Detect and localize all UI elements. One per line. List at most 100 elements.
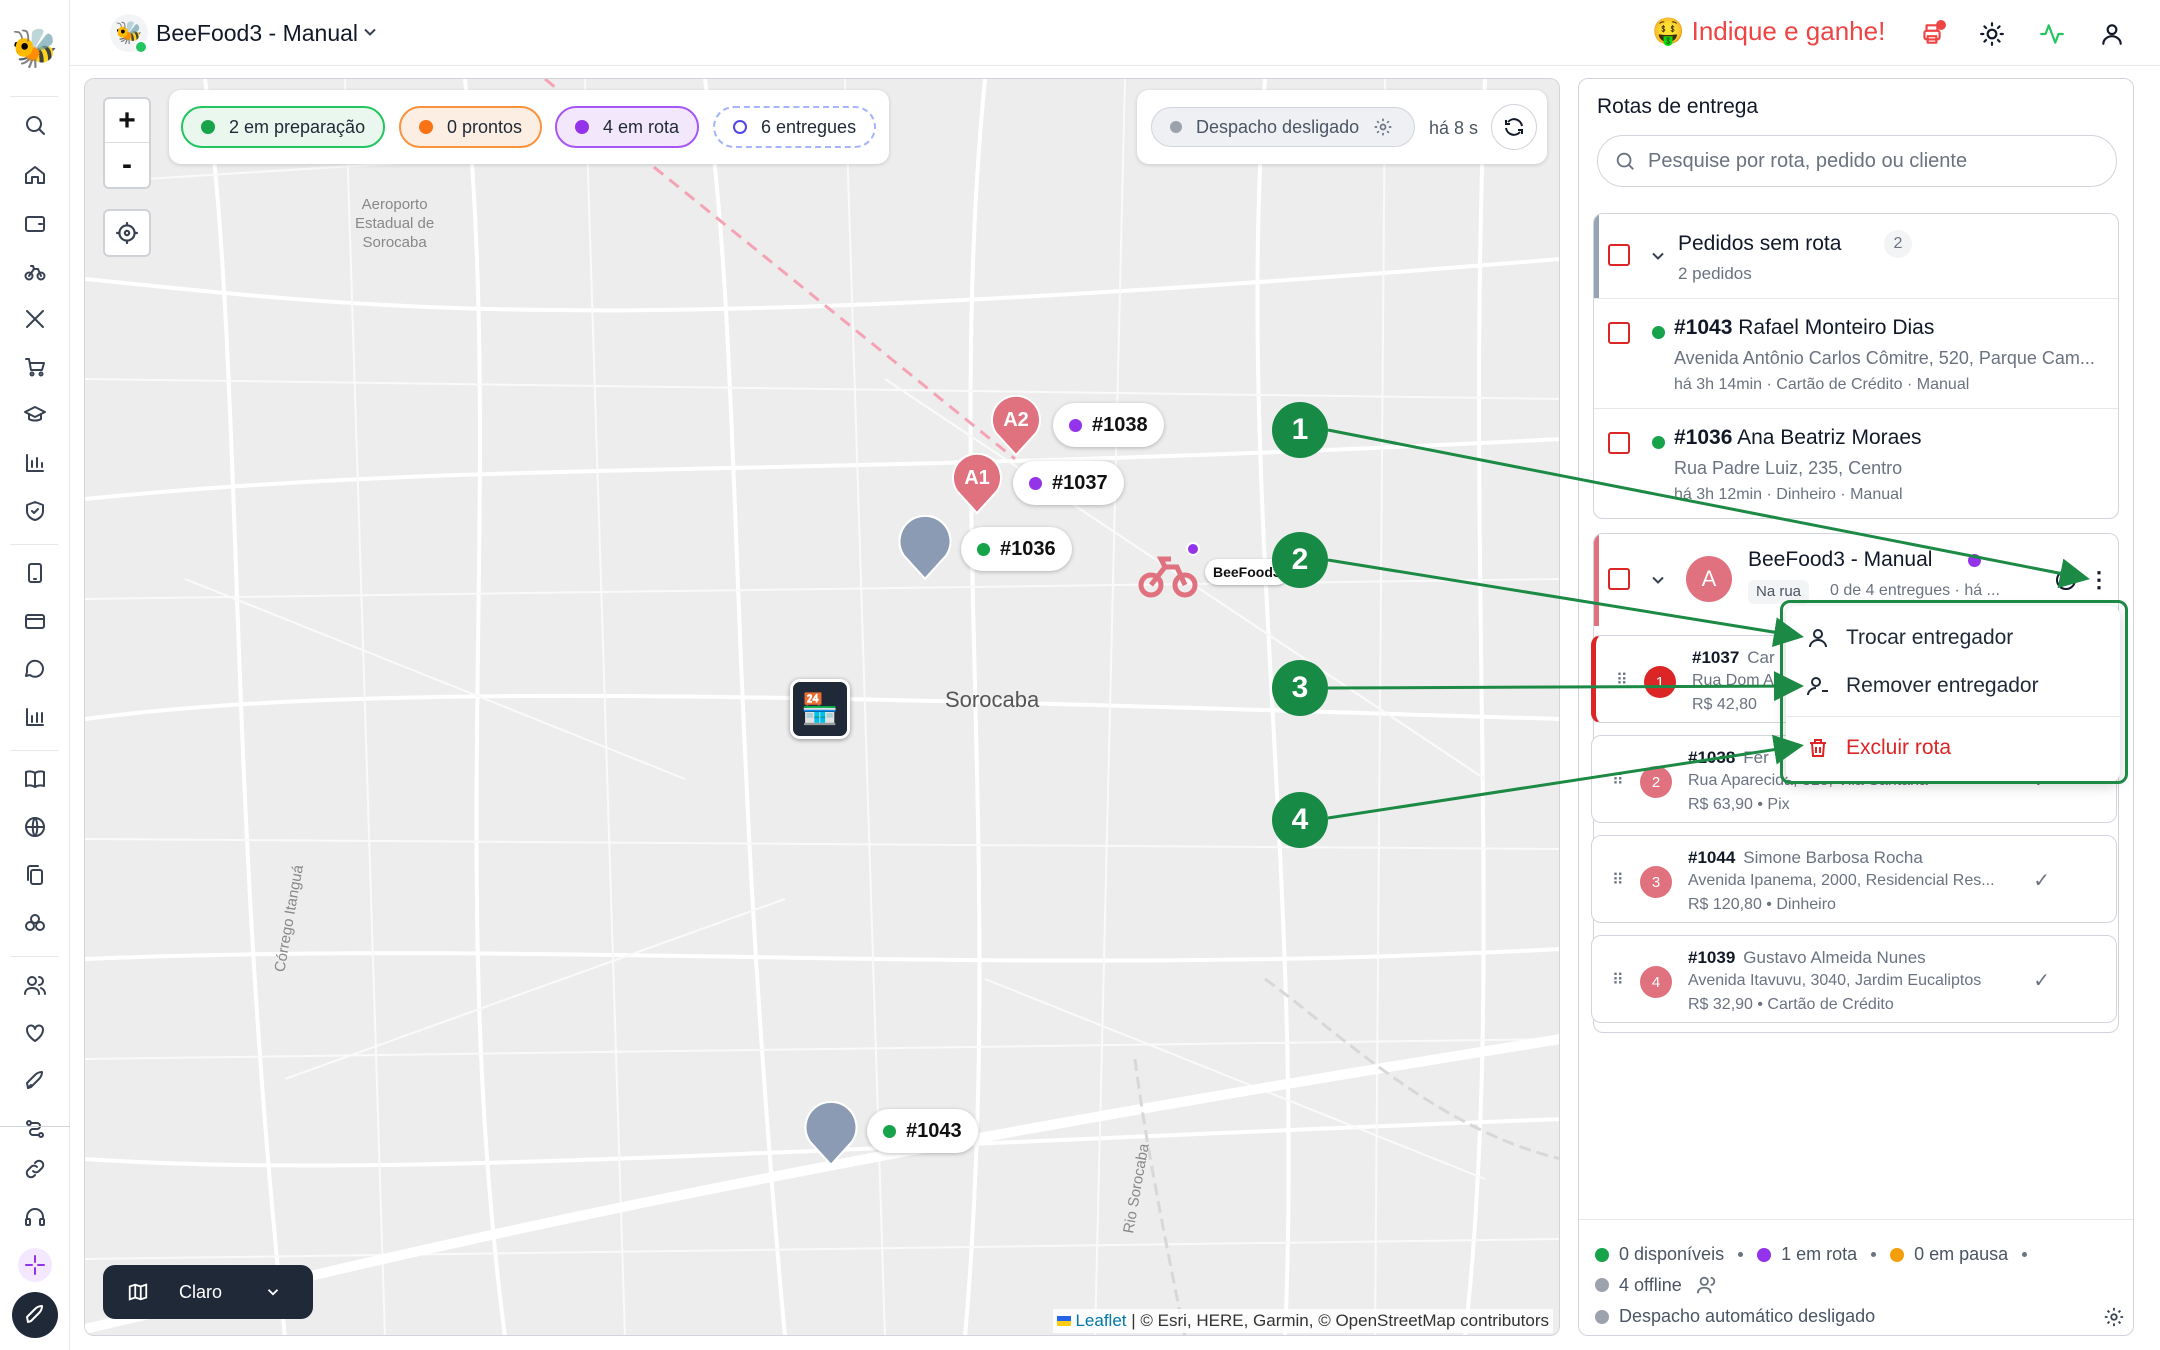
city-label: Sorocaba xyxy=(945,687,1040,712)
printer-icon[interactable] xyxy=(1916,18,1948,50)
order-id: #1036 xyxy=(1674,426,1733,449)
check-icon: ✓ xyxy=(2033,870,2050,892)
drag-handle-icon[interactable]: ⠿ xyxy=(1612,770,1624,790)
route-options-menu: Trocar entregador Remover entregador Exc… xyxy=(1786,606,2120,782)
route-stop[interactable]: ⠿ 3 #1044 Simone Barbosa Rocha Avenida Ip… xyxy=(1591,835,2117,923)
filter-preparing[interactable]: 2 em preparação xyxy=(181,106,386,148)
select-group-checkbox[interactable] xyxy=(1608,244,1630,266)
drag-handle-icon[interactable]: ⠿ xyxy=(1612,970,1624,990)
headset-icon[interactable] xyxy=(18,1200,52,1234)
flag-icon xyxy=(1057,1316,1072,1326)
select-order-checkbox[interactable] xyxy=(1608,322,1630,344)
available-count: 0 disponíveis xyxy=(1619,1244,1725,1264)
filter-ready[interactable]: 0 prontos xyxy=(399,106,543,148)
bee-logo[interactable]: 🐝 xyxy=(11,26,58,72)
unrouted-order-row[interactable]: #1043 Rafael Monteiro Dias Avenida Antôn… xyxy=(1594,298,2118,408)
zoom-in-button[interactable]: + xyxy=(105,99,149,143)
zoom-out-button[interactable]: - xyxy=(105,143,149,187)
delivery-map[interactable]: Aeroporto Estadual de Sorocaba Sorocaba … xyxy=(84,78,1560,1336)
marker-label: A1 xyxy=(964,467,990,489)
order-tag-1038[interactable]: #1038 xyxy=(1053,403,1164,447)
drag-handle-icon[interactable]: ⠿ xyxy=(1616,670,1628,690)
heart-icon[interactable] xyxy=(18,1016,52,1050)
refresh-button[interactable] xyxy=(1491,104,1537,150)
sun-icon[interactable] xyxy=(1976,18,2008,50)
status-dot xyxy=(1890,1247,1905,1262)
route-icon[interactable] xyxy=(18,1112,52,1146)
link-icon[interactable] xyxy=(18,1152,52,1186)
status-filters: 2 em preparação 0 prontos 4 em rota 6 en… xyxy=(169,90,889,164)
courier-bike-icon[interactable] xyxy=(1137,541,1201,601)
status-dot xyxy=(201,120,215,134)
chart-icon[interactable] xyxy=(18,446,52,480)
order-id: #1044 xyxy=(1688,848,1736,867)
gear-icon[interactable] xyxy=(2103,1306,2125,1328)
check-icon: ✓ xyxy=(2033,970,2050,992)
check-circle-icon[interactable] xyxy=(2054,568,2078,592)
refer-and-earn-link[interactable]: 🤑 Indique e ganhe! xyxy=(1652,16,1885,47)
courier-counts: 0 disponíveis 1 em rota 0 em pausa xyxy=(1595,1244,2041,1265)
route-progress: 0 de 4 entregues · há ... xyxy=(1830,582,2000,599)
drag-handle-icon[interactable]: ⠿ xyxy=(1612,870,1624,890)
search-icon xyxy=(1616,152,1634,170)
menu-item-swap-courier[interactable]: Trocar entregador xyxy=(1786,614,2120,662)
users-icon[interactable] xyxy=(18,968,52,1002)
leaflet-link[interactable]: Leaflet xyxy=(1075,1311,1126,1330)
more-options-icon[interactable]: ⋮ xyxy=(2088,566,2110,594)
customer-name: Simone Barbosa Rocha xyxy=(1743,848,1923,867)
filter-on-route[interactable]: 4 em rota xyxy=(555,106,700,148)
users-icon[interactable] xyxy=(1696,1274,1718,1296)
order-tag-1037[interactable]: #1037 xyxy=(1013,461,1124,505)
chevron-down-icon[interactable] xyxy=(1648,570,1668,590)
book-icon[interactable] xyxy=(18,762,52,796)
order-tag-1043[interactable]: #1043 xyxy=(867,1109,978,1153)
order-tag-1036[interactable]: #1036 xyxy=(961,527,1072,571)
dispatch-toggle[interactable]: Despacho desligado xyxy=(1151,107,1415,147)
card-icon[interactable] xyxy=(18,604,52,638)
stop-address: Avenida Ipanema, 2000, Residencial Res..… xyxy=(1688,872,1995,889)
search-icon[interactable] xyxy=(18,108,52,142)
status-dot xyxy=(1595,1309,1609,1324)
phone-icon[interactable] xyxy=(18,556,52,590)
cart-icon[interactable] xyxy=(18,350,52,384)
locate-button[interactable] xyxy=(103,209,151,257)
menu-item-delete-route[interactable]: Excluir rota xyxy=(1786,724,2120,772)
sparkle-icon[interactable] xyxy=(18,1248,52,1282)
customer-name: Rafael Monteiro Dias xyxy=(1738,316,1935,339)
select-route-checkbox[interactable] xyxy=(1608,568,1630,590)
home-icon[interactable] xyxy=(18,158,52,192)
globe-icon[interactable] xyxy=(18,810,52,844)
map-style-selector[interactable]: Claro xyxy=(103,1265,313,1319)
order-marker[interactable] xyxy=(803,1101,859,1167)
filter-delivered[interactable]: 6 entregues xyxy=(713,106,877,148)
bar-chart-icon[interactable] xyxy=(18,700,52,734)
launch-icon[interactable] xyxy=(12,1292,58,1338)
flower-icon[interactable] xyxy=(18,906,52,940)
stop-price: R$ 120,80 • Dinheiro xyxy=(1688,896,1836,913)
status-dot xyxy=(1595,1247,1609,1262)
chevron-down-icon[interactable] xyxy=(360,22,380,47)
chat-icon[interactable] xyxy=(18,652,52,686)
unrouted-order-row[interactable]: #1036 Ana Beatriz Moraes Rua Padre Luiz,… xyxy=(1594,408,2118,518)
annotation-badge: 1 xyxy=(1272,402,1328,458)
route-stop[interactable]: ⠿ 4 #1039 Gustavo Almeida Nunes Avenida I… xyxy=(1591,935,2117,1023)
gear-icon[interactable] xyxy=(1373,117,1393,137)
rocket-icon[interactable] xyxy=(18,1064,52,1098)
route-search-input[interactable]: Pesquise por rota, pedido ou cliente xyxy=(1597,135,2117,187)
bike-icon[interactable] xyxy=(18,254,52,288)
school-icon[interactable] xyxy=(18,398,52,432)
select-order-checkbox[interactable] xyxy=(1608,432,1630,454)
shield-icon[interactable] xyxy=(18,494,52,528)
menu-item-remove-courier[interactable]: Remover entregador xyxy=(1786,662,2120,710)
user-icon[interactable] xyxy=(2096,18,2128,50)
chevron-down-icon[interactable] xyxy=(1648,246,1668,266)
stop-price: R$ 63,90 • Pix xyxy=(1688,796,1790,813)
order-marker[interactable] xyxy=(897,515,953,581)
copy-icon[interactable] xyxy=(18,858,52,892)
utensils-icon[interactable] xyxy=(18,302,52,336)
wallet-icon[interactable] xyxy=(18,206,52,240)
store-marker[interactable]: 🏪 xyxy=(790,679,850,739)
store-name[interactable]: BeeFood3 - Manual xyxy=(156,20,358,47)
status-dot xyxy=(1757,1247,1772,1262)
activity-icon[interactable] xyxy=(2036,18,2068,50)
